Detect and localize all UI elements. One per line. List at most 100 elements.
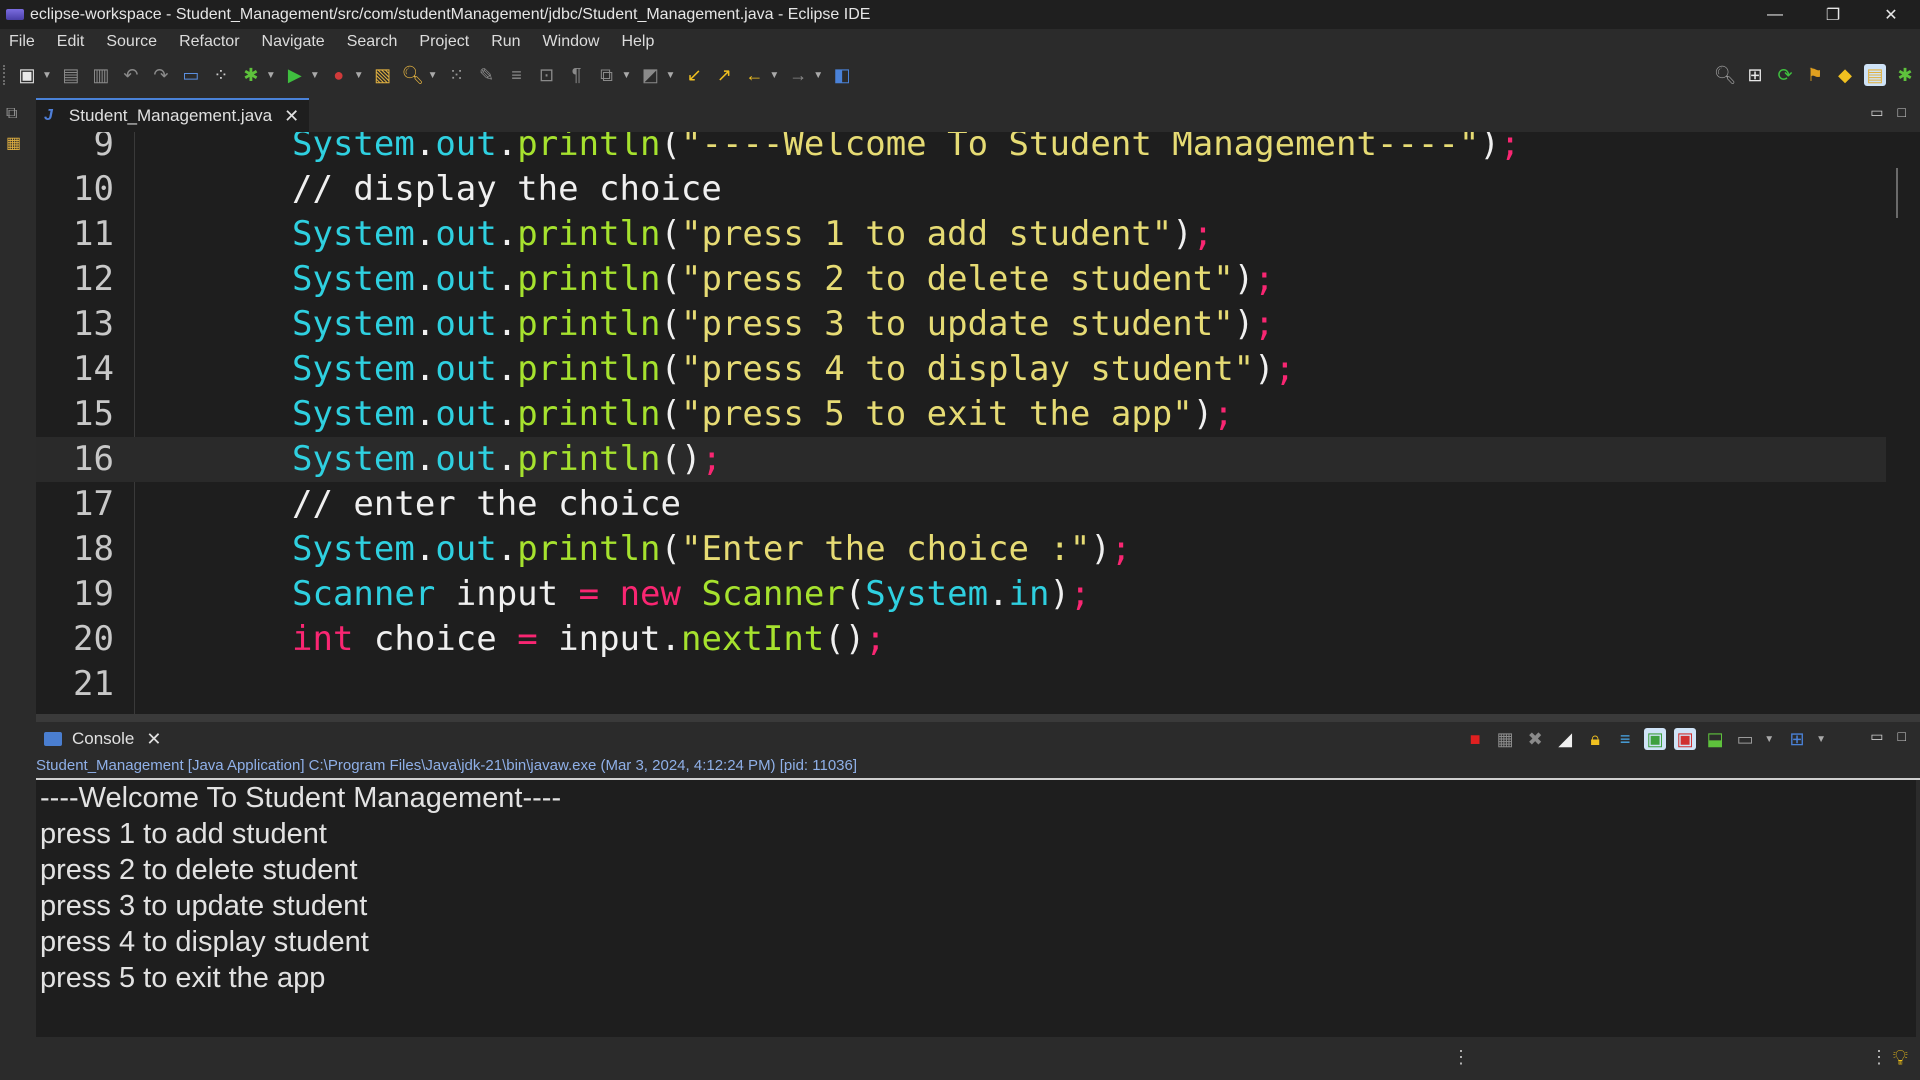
- editor-tab[interactable]: J Student_Management.java ✕: [36, 98, 310, 132]
- wrap-icon[interactable]: ≡: [506, 64, 528, 86]
- new-dropdown-icon[interactable]: ▼: [42, 70, 52, 81]
- menu-refactor[interactable]: Refactor: [170, 33, 252, 51]
- redo-icon[interactable]: ↷: [150, 64, 172, 86]
- code-line[interactable]: 17 // enter the choice: [36, 482, 1886, 527]
- code-line[interactable]: 18 System.out.println("Enter the choice :…: [36, 527, 1886, 572]
- run-dropdown-icon[interactable]: ▼: [310, 70, 320, 81]
- open-perspective-icon[interactable]: ⊞: [1744, 64, 1766, 86]
- pin-console-icon[interactable]: ⬓: [1704, 728, 1726, 750]
- prev-edit-icon[interactable]: ↙: [683, 64, 705, 86]
- hierarchy-icon[interactable]: ⁙: [446, 64, 468, 86]
- java-perspective-icon[interactable]: ▤: [1864, 64, 1886, 86]
- code-editor[interactable]: 9 System.out.println("----Welcome To Stud…: [36, 132, 1920, 714]
- forward-icon[interactable]: →: [787, 64, 809, 86]
- restore-button[interactable]: ❐: [1804, 0, 1862, 29]
- debug-icon[interactable]: ✱: [240, 64, 262, 86]
- code-text: System.out.println("press 1 to add stude…: [292, 212, 1213, 257]
- minimize-icon[interactable]: ▭: [1870, 728, 1883, 745]
- vertical-scrollbar[interactable]: [1896, 168, 1898, 218]
- search-icon[interactable]: 🔍︎: [1714, 64, 1737, 86]
- code-line[interactable]: 21: [36, 662, 1886, 707]
- java-ee-icon[interactable]: ◆: [1834, 64, 1856, 86]
- forward-dropdown-icon[interactable]: ▼: [813, 70, 823, 81]
- menu-file[interactable]: File: [0, 33, 48, 51]
- display-console-dropdown-icon[interactable]: ▼: [1764, 734, 1774, 745]
- code-line[interactable]: 15 System.out.println("press 5 to exit th…: [36, 392, 1886, 437]
- back-icon[interactable]: ←: [743, 64, 765, 86]
- dots-icon[interactable]: ⁘: [210, 64, 232, 86]
- code-line[interactable]: 19 Scanner input = new Scanner(System.in)…: [36, 572, 1886, 617]
- close-icon[interactable]: ✕: [284, 106, 299, 127]
- screen-icon[interactable]: ▭: [180, 64, 202, 86]
- show-stdout-icon[interactable]: ▣: [1644, 728, 1667, 750]
- pilcrow-icon[interactable]: ¶: [566, 64, 588, 86]
- status-more-icon[interactable]: ⋮: [1870, 1047, 1888, 1068]
- clear-console-icon[interactable]: ◢: [1554, 728, 1576, 750]
- debug-perspective-icon[interactable]: ✱: [1894, 64, 1916, 86]
- close-button[interactable]: ✕: [1862, 0, 1920, 29]
- code-line[interactable]: 16 System.out.println();: [36, 437, 1886, 482]
- copy-icon[interactable]: ⧉: [596, 64, 618, 86]
- perspective-icon[interactable]: ◧: [831, 64, 853, 86]
- run-icon[interactable]: ▶: [284, 64, 306, 86]
- menu-window[interactable]: Window: [534, 33, 613, 51]
- terminate-icon[interactable]: ■: [1464, 728, 1486, 750]
- code-token: "----Welcome To Student Management----": [681, 132, 1480, 164]
- code-token: .: [496, 394, 518, 434]
- search-dropdown-icon[interactable]: ▼: [428, 70, 438, 81]
- next-annotation-icon[interactable]: ↗: [713, 64, 735, 86]
- ant-icon[interactable]: ⚑: [1804, 64, 1826, 86]
- scroll-lock-icon[interactable]: 🔒︎: [1584, 728, 1606, 750]
- copy-dropdown-icon[interactable]: ▼: [622, 70, 632, 81]
- block-icon[interactable]: ⊡: [536, 64, 558, 86]
- menu-source[interactable]: Source: [97, 33, 170, 51]
- save-all-icon[interactable]: ▥: [90, 64, 112, 86]
- menu-run[interactable]: Run: [482, 33, 533, 51]
- code-line[interactable]: 14 System.out.println("press 4 to display…: [36, 347, 1886, 392]
- new-icon[interactable]: ▣: [16, 64, 38, 86]
- remove-all-icon[interactable]: ✖: [1524, 728, 1546, 750]
- code-line[interactable]: 13 System.out.println("press 3 to update …: [36, 302, 1886, 347]
- maximize-icon[interactable]: □: [1898, 104, 1906, 121]
- show-stderr-icon[interactable]: ▣: [1674, 728, 1697, 750]
- code-line[interactable]: 10 // display the choice: [36, 167, 1886, 212]
- display-console-icon[interactable]: ▭: [1734, 728, 1756, 750]
- code-line[interactable]: 9 System.out.println("----Welcome To Stud…: [36, 132, 1886, 167]
- code-line[interactable]: 11 System.out.println("press 1 to add stu…: [36, 212, 1886, 257]
- close-icon[interactable]: ✕: [146, 729, 161, 750]
- word-wrap-icon[interactable]: ≡: [1614, 728, 1636, 750]
- menu-project[interactable]: Project: [410, 33, 482, 51]
- console-tab[interactable]: Console ✕: [36, 722, 169, 756]
- open-console-icon[interactable]: ⊞: [1786, 728, 1808, 750]
- code-line[interactable]: 20 int choice = input.nextInt();: [36, 617, 1886, 662]
- open-console-dropdown-icon[interactable]: ▼: [1816, 734, 1826, 745]
- undo-icon[interactable]: ↶: [120, 64, 142, 86]
- search-icon[interactable]: 🔍︎: [401, 64, 424, 86]
- save-icon[interactable]: ▤: [60, 64, 82, 86]
- pen-icon[interactable]: ✎: [476, 64, 498, 86]
- run-last-icon[interactable]: ●: [328, 64, 350, 86]
- remove-launch-icon[interactable]: ▦: [1494, 728, 1516, 750]
- maximize-icon[interactable]: □: [1898, 728, 1906, 745]
- run-last-dropdown-icon[interactable]: ▼: [354, 70, 364, 81]
- minimize-icon[interactable]: ▭: [1870, 104, 1883, 121]
- menu-navigate[interactable]: Navigate: [253, 33, 338, 51]
- minimize-button[interactable]: —: [1746, 0, 1804, 29]
- menu-search[interactable]: Search: [338, 33, 411, 51]
- package-explorer-icon[interactable]: ▦: [6, 133, 24, 152]
- editor-console-sash[interactable]: [36, 714, 1920, 722]
- git-icon[interactable]: ⟳: [1774, 64, 1796, 86]
- tip-bulb-icon[interactable]: 💡︎: [1893, 1045, 1908, 1071]
- code-token: .: [414, 439, 436, 479]
- open-type-icon[interactable]: ▧: [372, 64, 394, 86]
- back-dropdown-icon[interactable]: ▼: [769, 70, 779, 81]
- restore-view-icon[interactable]: ⧉: [6, 105, 24, 123]
- annotate-icon[interactable]: ◩: [639, 64, 661, 86]
- debug-dropdown-icon[interactable]: ▼: [266, 70, 276, 81]
- console-output[interactable]: ----Welcome To Student Management---- pr…: [36, 780, 1916, 1037]
- annotate-dropdown-icon[interactable]: ▼: [665, 70, 675, 81]
- menu-help[interactable]: Help: [612, 33, 667, 51]
- status-menu-icon[interactable]: ⋮: [1452, 1047, 1470, 1068]
- code-line[interactable]: 12 System.out.println("press 2 to delete …: [36, 257, 1886, 302]
- menu-edit[interactable]: Edit: [48, 33, 98, 51]
